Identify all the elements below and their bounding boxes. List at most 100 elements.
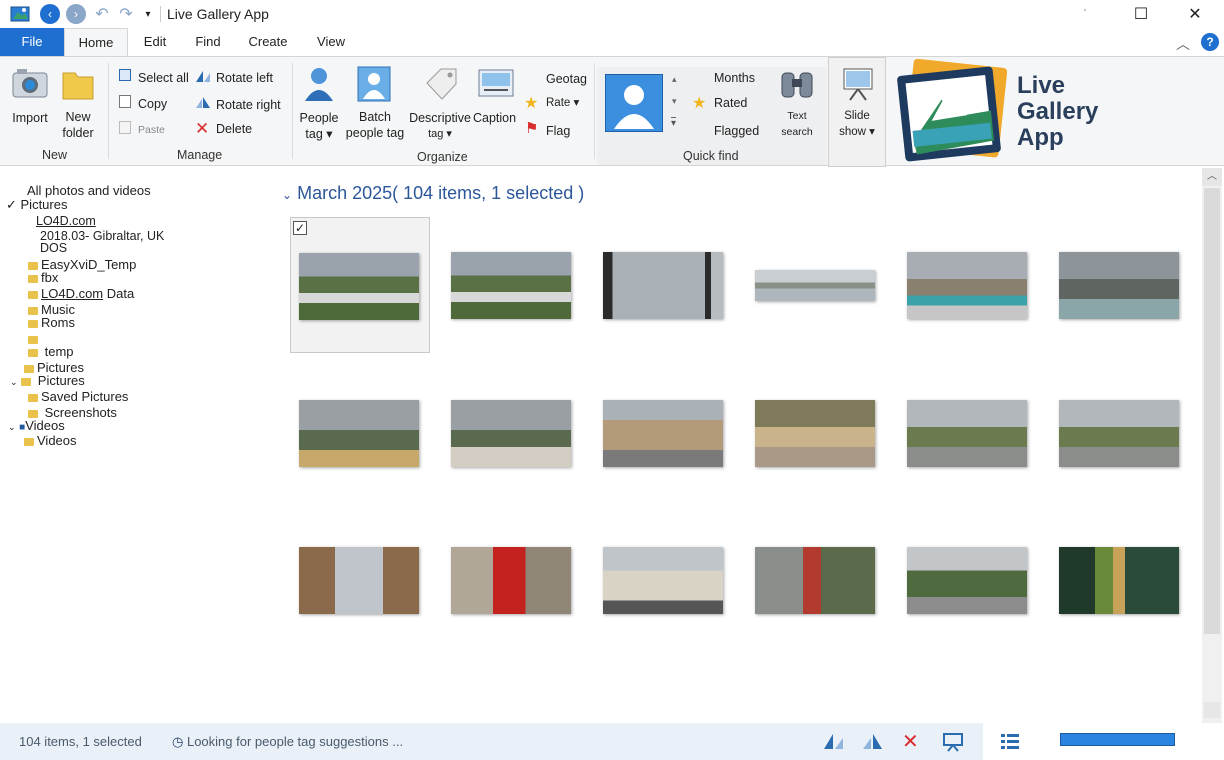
gallery-scroll-down-icon[interactable]: ▾ xyxy=(672,96,677,107)
tree-item-all-photos[interactable]: All photos and videos xyxy=(27,184,151,198)
tree-item-unnamed[interactable] xyxy=(28,332,41,346)
tree-item-pictures-library[interactable]: ⌄ Pictures xyxy=(10,374,85,389)
rotate-left-icon xyxy=(195,69,211,86)
photo-thumbnail[interactable] xyxy=(907,252,1027,319)
customize-toolbar-icon[interactable]: ▾ xyxy=(138,4,158,24)
photo-thumbnail[interactable] xyxy=(1059,252,1179,319)
photo-thumbnail[interactable] xyxy=(451,400,571,467)
caption-icon xyxy=(478,69,514,102)
app-logo: Live Gallery App xyxy=(895,59,1098,165)
tab-edit[interactable]: Edit xyxy=(132,28,178,56)
tree-item-temp[interactable]: temp xyxy=(28,345,74,359)
import-button[interactable]: Import xyxy=(6,110,54,126)
rated-button[interactable]: Rated xyxy=(714,95,747,111)
minimize-button[interactable]: ˈ xyxy=(1062,0,1108,28)
photo-thumbnail[interactable] xyxy=(907,400,1027,467)
rotate-left-status-icon[interactable] xyxy=(823,732,845,750)
caption-button[interactable]: Caption xyxy=(473,110,516,126)
slideshow-button[interactable]: Slide show ▾ xyxy=(828,57,886,167)
tree-item-lo4d-data[interactable]: LO4D.com Data xyxy=(28,287,134,301)
tree-item-saved-pictures[interactable]: Saved Pictures xyxy=(28,390,128,404)
people-tag-button[interactable]: People tag ▾ xyxy=(296,110,342,142)
photo-thumbnail[interactable] xyxy=(907,547,1027,614)
descriptive-label-2: tag ▾ xyxy=(428,128,452,140)
new-folder-icon xyxy=(61,65,95,104)
descriptive-label-1: Descriptive xyxy=(409,111,471,125)
vertical-scrollbar[interactable]: ︿ xyxy=(1202,168,1222,723)
rotate-right-status-icon[interactable] xyxy=(862,732,884,750)
photo-thumbnail[interactable] xyxy=(451,547,571,614)
forward-icon[interactable]: › xyxy=(66,4,86,24)
help-icon[interactable]: ? xyxy=(1201,33,1219,51)
expand-chevron-icon[interactable]: ⌄ xyxy=(10,377,18,387)
collapse-group-icon[interactable]: ⌄ xyxy=(282,188,292,202)
folder-tree: All photos and videos ✓ Pictures LO4D.co… xyxy=(0,168,270,723)
delete-status-icon[interactable]: ✕ xyxy=(902,729,919,754)
tab-create[interactable]: Create xyxy=(242,28,294,56)
close-button[interactable]: ✕ xyxy=(1172,0,1218,28)
photo-thumbnail[interactable] xyxy=(1059,547,1179,614)
descriptive-tag-button[interactable]: Descriptive tag ▾ xyxy=(408,110,472,142)
gallery-scroll-up-icon[interactable]: ▴ xyxy=(672,74,677,85)
redo-icon[interactable]: ↷ xyxy=(116,4,136,24)
flag-button[interactable]: Flag xyxy=(546,123,570,139)
rate-button[interactable]: Rate ▾ xyxy=(546,95,579,111)
details-view-icon[interactable] xyxy=(1001,733,1019,750)
zoom-slider[interactable] xyxy=(1060,733,1175,746)
expand-chevron-icon[interactable]: ⌄ xyxy=(8,422,16,432)
photo-thumbnail[interactable] xyxy=(755,270,875,301)
rotate-left-button[interactable]: Rotate left xyxy=(216,70,273,86)
scroll-lower-track[interactable] xyxy=(1204,702,1220,718)
select-all-button[interactable]: Select all xyxy=(138,70,189,86)
photo-thumbnail[interactable] xyxy=(755,547,875,614)
batch-people-tag-button[interactable]: Batch people tag xyxy=(344,109,406,141)
slideshow-status-icon[interactable] xyxy=(942,732,964,752)
gallery-expand-icon[interactable]: ▾ xyxy=(671,117,677,129)
thumbnail-selected[interactable]: ✓ xyxy=(290,217,430,353)
back-icon[interactable]: ‹ xyxy=(40,4,60,24)
people-gallery-tile[interactable] xyxy=(605,74,663,132)
text-search-label-1: Text xyxy=(787,110,807,122)
tree-item-pictures[interactable]: ✓ Pictures xyxy=(6,198,67,212)
group-organize-label: Organize xyxy=(417,150,468,164)
tree-item-videos[interactable]: Videos xyxy=(24,434,77,448)
tab-view[interactable]: View xyxy=(308,28,354,56)
photo-thumbnail[interactable] xyxy=(755,400,875,467)
tree-item-fbx[interactable]: fbx xyxy=(28,271,58,285)
flagged-button[interactable]: Flagged xyxy=(714,123,759,139)
months-button[interactable]: Months xyxy=(714,70,755,86)
photo-thumbnail[interactable] xyxy=(299,547,419,614)
photo-thumbnail[interactable] xyxy=(603,547,723,614)
photo-thumbnail[interactable] xyxy=(603,400,723,467)
collapse-ribbon-icon[interactable]: ︿ xyxy=(1176,34,1190,54)
text-search-button[interactable]: Text search xyxy=(774,108,820,140)
group-header[interactable]: ⌄ March 2025( 104 items, 1 selected ) xyxy=(282,183,584,204)
new-folder-label-1: New xyxy=(65,110,91,124)
scroll-thumb[interactable] xyxy=(1204,188,1220,634)
tree-item-dos[interactable]: DOS xyxy=(40,241,67,255)
paste-button[interactable]: Paste xyxy=(138,122,165,138)
group-new-label: New xyxy=(42,148,68,162)
photo-thumbnail[interactable] xyxy=(451,252,571,319)
photo-thumbnail[interactable] xyxy=(299,400,419,467)
tab-file[interactable]: File xyxy=(0,28,64,56)
logo-line-3: App xyxy=(1017,124,1064,151)
new-folder-button[interactable]: New folder xyxy=(58,109,98,141)
undo-icon[interactable]: ↶ xyxy=(92,4,112,24)
geotag-button[interactable]: Geotag xyxy=(546,71,587,87)
scroll-up-arrow-icon[interactable]: ︿ xyxy=(1202,168,1222,186)
tab-find[interactable]: Find xyxy=(186,28,230,56)
status-message: ◷ Looking for people tag suggestions ... xyxy=(172,734,404,749)
photo-thumbnail[interactable] xyxy=(1059,400,1179,467)
delete-button[interactable]: Delete xyxy=(216,121,252,137)
copy-button[interactable]: Copy xyxy=(138,96,167,112)
selection-checkbox[interactable]: ✓ xyxy=(293,221,307,235)
tree-item-roms[interactable]: Roms xyxy=(28,316,75,330)
photo-thumbnail[interactable] xyxy=(603,252,723,319)
tab-home[interactable]: Home xyxy=(64,28,128,56)
people-tag-icon xyxy=(303,65,335,106)
maximize-button[interactable]: ☐ xyxy=(1118,0,1164,28)
rotate-right-button[interactable]: Rotate right xyxy=(216,97,281,113)
tree-item-lo4d[interactable]: LO4D.com xyxy=(36,214,96,228)
paste-icon xyxy=(119,121,131,134)
